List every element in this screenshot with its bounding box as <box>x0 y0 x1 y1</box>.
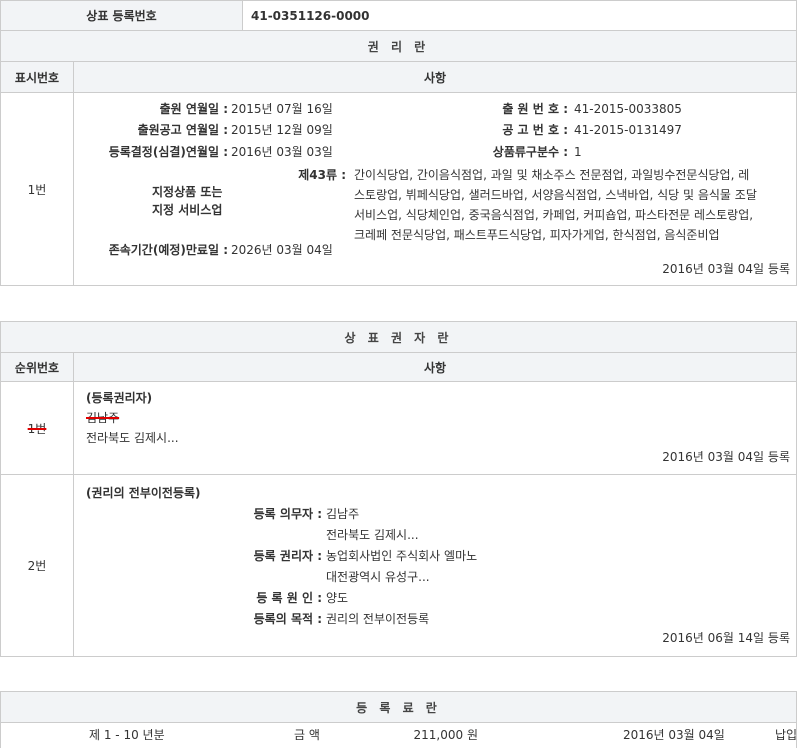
obligor-label: 등록 의무자 : <box>253 507 322 521</box>
reg-no-label: 상표 등록번호 <box>86 9 157 23</box>
holders-col-item-text: 사항 <box>423 360 447 375</box>
purpose-label: 등록의 목적 : <box>253 612 322 626</box>
pub-no-value: 41-2015-0131497 <box>574 123 682 137</box>
cause-value: 양도 <box>326 591 349 605</box>
rights-row-no-cell: 1번 <box>0 92 74 286</box>
reg-no-value-cell: 41-0351126-0000 <box>242 0 797 31</box>
holder-row1-no: 1번 <box>27 421 47 436</box>
expiry-label: 존속기간(예정)만료일 : <box>108 243 228 257</box>
app-date-label: 출원 연월일 : <box>159 102 228 116</box>
app-date-value: 2015년 07월 16일 <box>231 102 333 116</box>
fees-amount-value: 211,000 원 <box>413 728 478 742</box>
holder-row1-heading: (등록권리자) <box>86 391 153 405</box>
goods-line-3: 서비스업, 식당체인업, 중국음식점업, 카페업, 커피숍업, 파스타전문 레스… <box>354 208 754 222</box>
rights-col-no-text: 표시번호 <box>14 70 60 85</box>
rights-detail-cell: 출원 연월일 : 2015년 07월 16일 출 원 번 호 : 41-2015… <box>73 92 797 286</box>
app-no-value: 41-2015-0033805 <box>574 102 682 116</box>
holder-addr: 대전광역시 유성구... <box>326 570 430 584</box>
app-no-label: 출 원 번 호 : <box>502 102 568 116</box>
pub-date-label: 출원공고 연월일 : <box>137 123 228 137</box>
reg-no-label-cell: 상표 등록번호 <box>0 0 243 31</box>
holder-row2-no: 2번 <box>27 559 47 573</box>
rights-col-item-text: 사항 <box>423 70 447 85</box>
decision-date-label: 등록결정(심결)연월일 : <box>108 145 228 159</box>
holders-col-item-header: 사항 <box>73 352 797 382</box>
obligor-addr: 전라북도 김제시... <box>326 528 419 542</box>
goods-line-2: 스토랑업, 뷔페식당업, 샐러드바업, 서양음식점업, 스낵바업, 식당 및 음… <box>354 188 757 202</box>
class-label: 제43류 : <box>298 168 346 182</box>
pub-no-label: 공 고 번 호 : <box>502 123 568 137</box>
goods-label-1: 지정상품 또는 <box>152 185 223 199</box>
fees-section-title: 등 록 료 란 <box>0 691 797 723</box>
expiry-value: 2026년 03월 04일 <box>231 243 333 257</box>
holders-col-no-text: 순위번호 <box>14 360 60 375</box>
holder-name: 농업회사법인 주식회사 엘마노 <box>326 549 478 563</box>
fees-status: 납입 <box>775 728 797 742</box>
holder-row1-no-cell: 1번 <box>0 381 74 475</box>
cause-label: 등 록 원 인 : <box>256 591 322 605</box>
rights-section-title: 권 리 란 <box>0 30 797 62</box>
holder-row2-no-cell: 2번 <box>0 474 74 657</box>
holders-col-no-header: 순위번호 <box>0 352 74 382</box>
goods-line-1: 간이식당업, 간이음식점업, 과일 및 채소주스 전문점업, 과일빙수전문식당업… <box>354 168 750 182</box>
rights-reg-stamp: 2016년 03월 04일 등록 <box>662 262 790 276</box>
holder-label: 등록 권리자 : <box>253 549 322 563</box>
rights-col-no-header: 표시번호 <box>0 61 74 93</box>
goods-label-2: 지정 서비스업 <box>152 203 223 217</box>
holder-row1-addr: 전라북도 김제시... <box>86 431 179 445</box>
holder-row2-stamp: 2016년 06월 14일 등록 <box>662 631 790 645</box>
holder-row2-heading: (권리의 전부이전등록) <box>86 486 201 500</box>
class-count-value: 1 <box>574 145 582 159</box>
holder-row1-detail: (등록권리자) 김남주 전라북도 김제시... 2016년 03월 04일 등록 <box>73 381 797 475</box>
purpose-value: 권리의 전부이전등록 <box>326 612 430 626</box>
rights-row-no: 1번 <box>27 182 47 197</box>
obligor-name: 김남주 <box>326 507 360 521</box>
reg-no-value: 41-0351126-0000 <box>251 9 370 23</box>
pub-date-value: 2015년 12월 09일 <box>231 123 333 137</box>
holders-section-title: 상 표 권 자 란 <box>0 321 797 353</box>
holder-row2-detail: (권리의 전부이전등록) 등록 의무자 : 김남주 전라북도 김제시... 등록… <box>73 474 797 657</box>
fees-paid-date: 2016년 03월 04일 <box>623 728 725 742</box>
holders-title-text: 상 표 권 자 란 <box>344 330 453 345</box>
class-count-label: 상품류구분수 : <box>492 145 568 159</box>
fees-title-text: 등 록 료 란 <box>356 700 441 715</box>
goods-line-4: 크레페 전문식당업, 패스트푸드식당업, 피자가게업, 한식점업, 음식준비업 <box>354 228 720 242</box>
holder-row1-stamp: 2016년 03월 04일 등록 <box>662 450 790 464</box>
fees-amount-label: 금 액 <box>294 728 320 742</box>
rights-col-item-header: 사항 <box>73 61 797 93</box>
decision-date-value: 2016년 03월 03일 <box>231 145 333 159</box>
holder-row1-name: 김남주 <box>86 411 120 425</box>
fees-row: 제 1 - 10 년분 금 액 211,000 원 2016년 03월 04일 … <box>0 722 797 748</box>
rights-title-text: 권 리 란 <box>367 39 430 54</box>
fees-period: 제 1 - 10 년분 <box>89 728 165 742</box>
